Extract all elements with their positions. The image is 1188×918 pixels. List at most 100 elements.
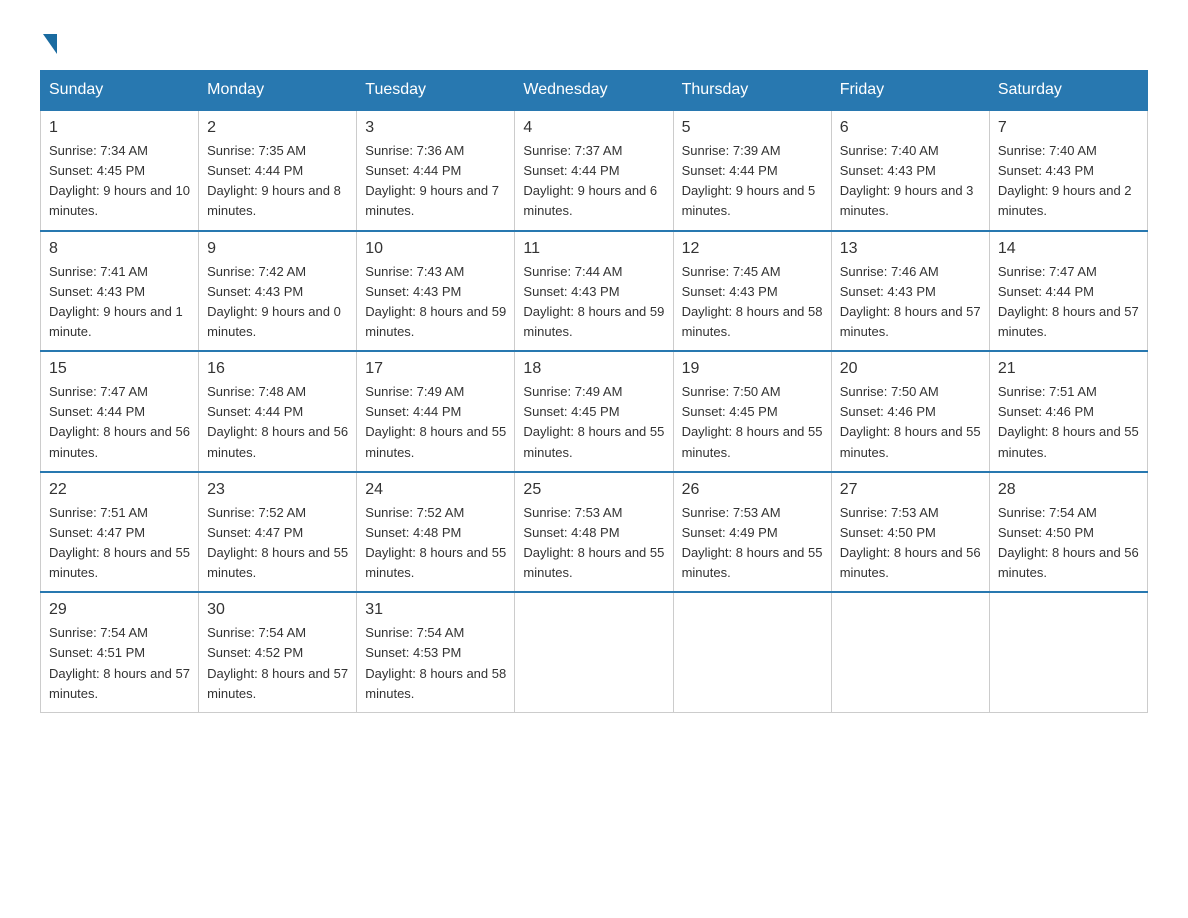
day-number: 23 (207, 481, 348, 499)
day-cell-4: 4 Sunrise: 7:37 AMSunset: 4:44 PMDayligh… (515, 110, 673, 231)
day-number: 10 (365, 240, 506, 258)
day-cell-20: 20 Sunrise: 7:50 AMSunset: 4:46 PMDaylig… (831, 351, 989, 472)
day-number: 14 (998, 240, 1139, 258)
header-friday: Friday (831, 71, 989, 111)
header-wednesday: Wednesday (515, 71, 673, 111)
day-cell-3: 3 Sunrise: 7:36 AMSunset: 4:44 PMDayligh… (357, 110, 515, 231)
day-info: Sunrise: 7:50 AMSunset: 4:45 PMDaylight:… (682, 382, 823, 463)
day-number: 7 (998, 119, 1139, 137)
day-cell-5: 5 Sunrise: 7:39 AMSunset: 4:44 PMDayligh… (673, 110, 831, 231)
day-number: 27 (840, 481, 981, 499)
day-info: Sunrise: 7:43 AMSunset: 4:43 PMDaylight:… (365, 262, 506, 343)
day-info: Sunrise: 7:48 AMSunset: 4:44 PMDaylight:… (207, 382, 348, 463)
day-info: Sunrise: 7:37 AMSunset: 4:44 PMDaylight:… (523, 141, 664, 222)
day-cell-26: 26 Sunrise: 7:53 AMSunset: 4:49 PMDaylig… (673, 472, 831, 593)
day-cell-19: 19 Sunrise: 7:50 AMSunset: 4:45 PMDaylig… (673, 351, 831, 472)
day-cell-9: 9 Sunrise: 7:42 AMSunset: 4:43 PMDayligh… (199, 231, 357, 352)
day-info: Sunrise: 7:54 AMSunset: 4:53 PMDaylight:… (365, 623, 506, 704)
day-cell-18: 18 Sunrise: 7:49 AMSunset: 4:45 PMDaylig… (515, 351, 673, 472)
day-info: Sunrise: 7:46 AMSunset: 4:43 PMDaylight:… (840, 262, 981, 343)
day-cell-15: 15 Sunrise: 7:47 AMSunset: 4:44 PMDaylig… (41, 351, 199, 472)
day-info: Sunrise: 7:54 AMSunset: 4:52 PMDaylight:… (207, 623, 348, 704)
day-number: 16 (207, 360, 348, 378)
day-cell-21: 21 Sunrise: 7:51 AMSunset: 4:46 PMDaylig… (989, 351, 1147, 472)
day-number: 24 (365, 481, 506, 499)
day-cell-22: 22 Sunrise: 7:51 AMSunset: 4:47 PMDaylig… (41, 472, 199, 593)
day-info: Sunrise: 7:53 AMSunset: 4:49 PMDaylight:… (682, 503, 823, 584)
day-info: Sunrise: 7:47 AMSunset: 4:44 PMDaylight:… (998, 262, 1139, 343)
week-row-4: 22 Sunrise: 7:51 AMSunset: 4:47 PMDaylig… (41, 472, 1148, 593)
day-cell-8: 8 Sunrise: 7:41 AMSunset: 4:43 PMDayligh… (41, 231, 199, 352)
day-info: Sunrise: 7:42 AMSunset: 4:43 PMDaylight:… (207, 262, 348, 343)
day-info: Sunrise: 7:50 AMSunset: 4:46 PMDaylight:… (840, 382, 981, 463)
day-number: 21 (998, 360, 1139, 378)
day-info: Sunrise: 7:51 AMSunset: 4:47 PMDaylight:… (49, 503, 190, 584)
day-number: 1 (49, 119, 190, 137)
day-number: 9 (207, 240, 348, 258)
day-number: 15 (49, 360, 190, 378)
day-info: Sunrise: 7:40 AMSunset: 4:43 PMDaylight:… (840, 141, 981, 222)
day-cell-24: 24 Sunrise: 7:52 AMSunset: 4:48 PMDaylig… (357, 472, 515, 593)
week-row-3: 15 Sunrise: 7:47 AMSunset: 4:44 PMDaylig… (41, 351, 1148, 472)
day-info: Sunrise: 7:41 AMSunset: 4:43 PMDaylight:… (49, 262, 190, 343)
day-number: 17 (365, 360, 506, 378)
day-cell-6: 6 Sunrise: 7:40 AMSunset: 4:43 PMDayligh… (831, 110, 989, 231)
day-info: Sunrise: 7:36 AMSunset: 4:44 PMDaylight:… (365, 141, 506, 222)
day-info: Sunrise: 7:54 AMSunset: 4:51 PMDaylight:… (49, 623, 190, 704)
day-cell-29: 29 Sunrise: 7:54 AMSunset: 4:51 PMDaylig… (41, 592, 199, 712)
day-cell-28: 28 Sunrise: 7:54 AMSunset: 4:50 PMDaylig… (989, 472, 1147, 593)
day-number: 19 (682, 360, 823, 378)
week-row-5: 29 Sunrise: 7:54 AMSunset: 4:51 PMDaylig… (41, 592, 1148, 712)
day-cell-11: 11 Sunrise: 7:44 AMSunset: 4:43 PMDaylig… (515, 231, 673, 352)
day-number: 4 (523, 119, 664, 137)
week-row-1: 1 Sunrise: 7:34 AMSunset: 4:45 PMDayligh… (41, 110, 1148, 231)
day-info: Sunrise: 7:54 AMSunset: 4:50 PMDaylight:… (998, 503, 1139, 584)
day-info: Sunrise: 7:53 AMSunset: 4:48 PMDaylight:… (523, 503, 664, 584)
day-info: Sunrise: 7:47 AMSunset: 4:44 PMDaylight:… (49, 382, 190, 463)
day-number: 22 (49, 481, 190, 499)
day-number: 30 (207, 601, 348, 619)
day-cell-2: 2 Sunrise: 7:35 AMSunset: 4:44 PMDayligh… (199, 110, 357, 231)
day-cell-27: 27 Sunrise: 7:53 AMSunset: 4:50 PMDaylig… (831, 472, 989, 593)
logo (40, 30, 57, 50)
day-cell-12: 12 Sunrise: 7:45 AMSunset: 4:43 PMDaylig… (673, 231, 831, 352)
week-row-2: 8 Sunrise: 7:41 AMSunset: 4:43 PMDayligh… (41, 231, 1148, 352)
day-number: 31 (365, 601, 506, 619)
header-thursday: Thursday (673, 71, 831, 111)
day-cell-16: 16 Sunrise: 7:48 AMSunset: 4:44 PMDaylig… (199, 351, 357, 472)
day-cell-13: 13 Sunrise: 7:46 AMSunset: 4:43 PMDaylig… (831, 231, 989, 352)
day-cell-25: 25 Sunrise: 7:53 AMSunset: 4:48 PMDaylig… (515, 472, 673, 593)
day-number: 26 (682, 481, 823, 499)
empty-cell (515, 592, 673, 712)
day-number: 11 (523, 240, 664, 258)
day-number: 13 (840, 240, 981, 258)
header-saturday: Saturday (989, 71, 1147, 111)
day-info: Sunrise: 7:53 AMSunset: 4:50 PMDaylight:… (840, 503, 981, 584)
page-header (40, 30, 1148, 50)
day-number: 6 (840, 119, 981, 137)
day-info: Sunrise: 7:39 AMSunset: 4:44 PMDaylight:… (682, 141, 823, 222)
day-cell-31: 31 Sunrise: 7:54 AMSunset: 4:53 PMDaylig… (357, 592, 515, 712)
day-number: 20 (840, 360, 981, 378)
day-cell-10: 10 Sunrise: 7:43 AMSunset: 4:43 PMDaylig… (357, 231, 515, 352)
day-cell-14: 14 Sunrise: 7:47 AMSunset: 4:44 PMDaylig… (989, 231, 1147, 352)
day-number: 25 (523, 481, 664, 499)
empty-cell (989, 592, 1147, 712)
day-cell-1: 1 Sunrise: 7:34 AMSunset: 4:45 PMDayligh… (41, 110, 199, 231)
day-number: 29 (49, 601, 190, 619)
day-number: 28 (998, 481, 1139, 499)
day-info: Sunrise: 7:44 AMSunset: 4:43 PMDaylight:… (523, 262, 664, 343)
day-cell-30: 30 Sunrise: 7:54 AMSunset: 4:52 PMDaylig… (199, 592, 357, 712)
header-row: SundayMondayTuesdayWednesdayThursdayFrid… (41, 71, 1148, 111)
header-monday: Monday (199, 71, 357, 111)
logo-arrow-icon (43, 34, 57, 54)
empty-cell (831, 592, 989, 712)
day-number: 8 (49, 240, 190, 258)
day-info: Sunrise: 7:49 AMSunset: 4:45 PMDaylight:… (523, 382, 664, 463)
day-info: Sunrise: 7:52 AMSunset: 4:48 PMDaylight:… (365, 503, 506, 584)
day-info: Sunrise: 7:51 AMSunset: 4:46 PMDaylight:… (998, 382, 1139, 463)
day-number: 5 (682, 119, 823, 137)
day-number: 18 (523, 360, 664, 378)
day-info: Sunrise: 7:40 AMSunset: 4:43 PMDaylight:… (998, 141, 1139, 222)
day-cell-17: 17 Sunrise: 7:49 AMSunset: 4:44 PMDaylig… (357, 351, 515, 472)
